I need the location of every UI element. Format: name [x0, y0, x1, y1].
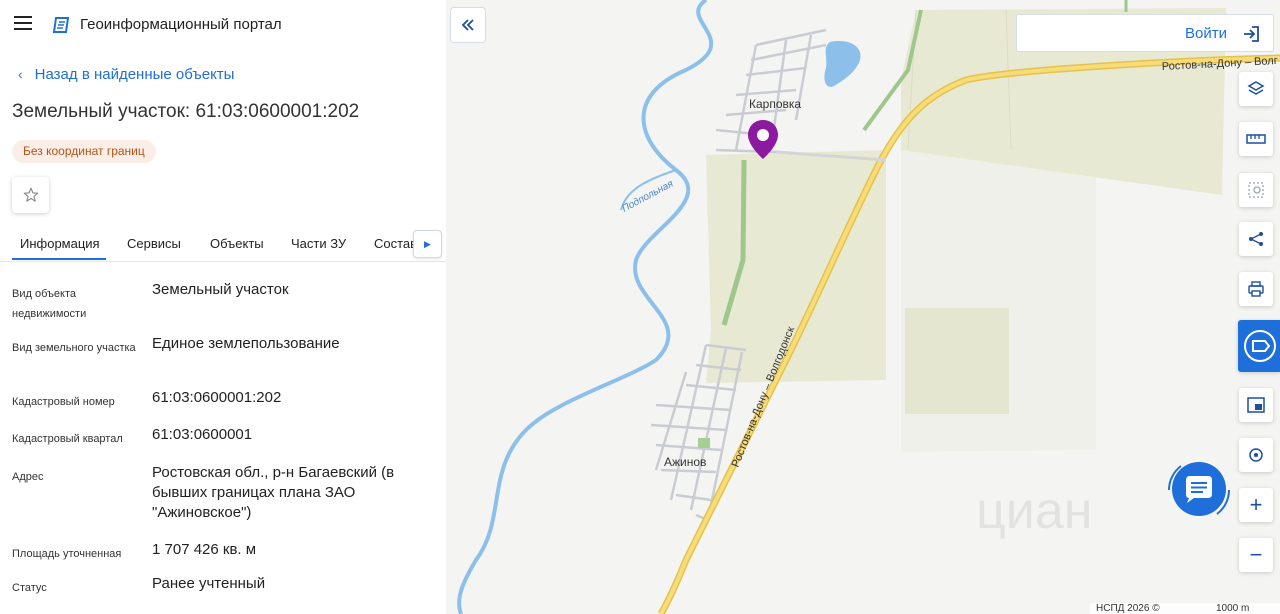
- property-label: Адрес: [12, 471, 44, 483]
- property-label: Кадастровый номер: [12, 396, 115, 408]
- plus-icon: +: [1249, 492, 1263, 517]
- property-label: Кадастровый квартал: [12, 433, 123, 445]
- top-bar: Геоинформационный портал: [0, 0, 446, 50]
- back-link-label: Назад в найденные объекты: [34, 66, 235, 83]
- tab-bar: Информация Сервисы Объекты Части ЗУ Сост…: [0, 228, 446, 262]
- property-label: Вид объекта недвижимости: [12, 288, 87, 320]
- layers-button[interactable]: [1239, 72, 1273, 106]
- minus-icon: −: [1249, 542, 1263, 567]
- ruler-icon: [1246, 134, 1266, 144]
- attribution-text: НСПД 2026 ©: [1096, 603, 1160, 614]
- minimap-icon: [1247, 397, 1265, 413]
- property-value: Ростовская обл., р-н Багаевский (в бывши…: [152, 464, 395, 521]
- layers-icon: [1247, 81, 1265, 95]
- menu-icon[interactable]: [14, 16, 32, 32]
- map-attribution: НСПД 2026 © 1000 m: [1090, 603, 1280, 614]
- map-canvas[interactable]: Ростов-на-Дону – Волг Ростов-на-Дону – В…: [446, 0, 1280, 614]
- property-label: Статус: [12, 582, 47, 594]
- app-title: Геоинформационный портал: [80, 16, 282, 33]
- active-tab-indicator: [12, 258, 106, 260]
- map-view[interactable]: Ростов-на-Дону – Волг Ростов-на-Дону – В…: [446, 0, 1280, 614]
- ruler-button[interactable]: [1239, 122, 1273, 156]
- tab-information[interactable]: Информация: [20, 236, 100, 251]
- back-link[interactable]: ‹ Назад в найденные объекты: [18, 66, 234, 83]
- property-value: 61:03:0600001: [152, 426, 253, 443]
- property-value: 61:03:0600001:202: [152, 389, 282, 406]
- share-button[interactable]: [1239, 222, 1273, 256]
- tab-land-parts[interactable]: Части ЗУ: [291, 236, 346, 251]
- property-value: 1 707 426 кв. м: [152, 541, 257, 558]
- tabs-scroll-right-button[interactable]: ▶: [413, 230, 442, 258]
- chat-icon: [1168, 462, 1230, 516]
- area-select-button[interactable]: [1239, 173, 1273, 207]
- login-button[interactable]: Войти: [1016, 14, 1274, 52]
- chat-button[interactable]: [1159, 458, 1239, 522]
- login-label: Войти: [1185, 25, 1227, 42]
- tab-objects[interactable]: Объекты: [210, 236, 264, 251]
- tab-services[interactable]: Сервисы: [127, 236, 181, 251]
- field-area: [905, 308, 1009, 414]
- lake: [824, 40, 861, 87]
- chevron-left-icon: ‹: [18, 66, 23, 82]
- print-icon: [1248, 281, 1264, 297]
- star-icon: [23, 187, 38, 202]
- app: Геоинформационный портал ‹ Назад в найден…: [0, 0, 1280, 614]
- pdf-icon: [1244, 330, 1276, 362]
- portal-logo-icon: [52, 17, 70, 33]
- pdf-button[interactable]: [1238, 320, 1280, 372]
- zoom-in-button[interactable]: +: [1239, 488, 1273, 522]
- scale-label: 1000 m: [1216, 603, 1250, 614]
- watermark: циан: [976, 482, 1092, 540]
- location-icon: [1249, 448, 1263, 462]
- location-button[interactable]: [1239, 438, 1273, 472]
- favorite-button[interactable]: [12, 177, 49, 213]
- login-icon: [1244, 26, 1259, 42]
- double-chevron-left-icon: [461, 19, 474, 31]
- property-value: Земельный участок: [152, 281, 289, 298]
- object-title: Земельный участок: 61:03:0600001:202: [12, 101, 360, 122]
- caret-right-icon: ▶: [424, 238, 431, 249]
- property-label: Вид земельного участка: [12, 342, 136, 354]
- property-value: Единое землепользование: [152, 335, 340, 352]
- village-streets: [715, 28, 887, 162]
- river: [457, 0, 714, 614]
- place-label-azhinov: Ажинов: [664, 455, 707, 469]
- property-label: Площадь уточненная: [12, 548, 122, 560]
- property-value: Ранее учтенный: [152, 575, 266, 592]
- share-icon: [1249, 232, 1263, 246]
- place-label-karpovka: Карповка: [749, 97, 802, 111]
- object-panel: Геоинформационный портал ‹ Назад в найден…: [0, 0, 446, 614]
- tab-composition[interactable]: Состав: [374, 236, 417, 251]
- zoom-out-button[interactable]: −: [1239, 538, 1273, 572]
- area-select-icon: [1248, 182, 1264, 198]
- collapse-panel-button[interactable]: [450, 7, 486, 43]
- park-area: [698, 438, 710, 448]
- minimap-button[interactable]: [1239, 388, 1273, 422]
- status-badge: Без координат границ: [12, 140, 156, 163]
- print-button[interactable]: [1239, 272, 1273, 306]
